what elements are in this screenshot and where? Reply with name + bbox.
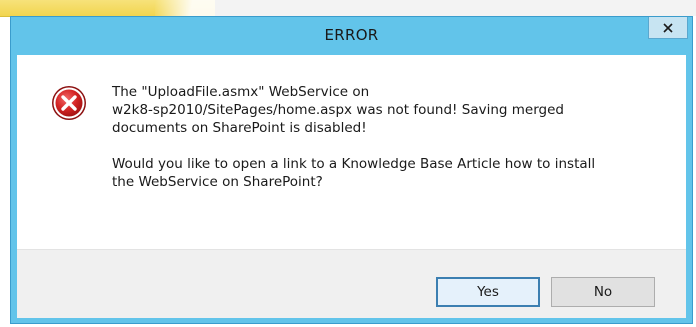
error-dialog: ERROR The "UploadFile.asmx" WebService o… (10, 16, 693, 324)
background-window-strip (215, 0, 696, 16)
background-sticky-note (0, 0, 215, 17)
dialog-content: The "UploadFile.asmx" WebService on w2k8… (17, 55, 686, 249)
dialog-title: ERROR (324, 26, 379, 44)
dialog-client-area: The "UploadFile.asmx" WebService on w2k8… (17, 55, 686, 318)
message-line-3: documents on SharePoint is disabled! (112, 120, 367, 136)
desktop-background: ERROR The "UploadFile.asmx" WebService o… (0, 0, 696, 327)
close-button[interactable] (648, 17, 688, 39)
no-button[interactable]: No (551, 277, 655, 307)
dialog-titlebar[interactable]: ERROR (11, 17, 692, 55)
message-line-1: The "UploadFile.asmx" WebService on (112, 84, 370, 100)
error-x-circle-icon (52, 86, 86, 120)
question-line-2: the WebService on SharePoint? (112, 174, 323, 190)
error-message: The "UploadFile.asmx" WebService on w2k8… (112, 83, 672, 191)
question-line-1: Would you like to open a link to a Knowl… (112, 156, 596, 172)
message-line-2: w2k8-sp2010/SitePages/home.aspx was not … (112, 102, 564, 118)
close-icon (663, 22, 673, 33)
dialog-button-bar: Yes No (17, 249, 686, 318)
yes-button[interactable]: Yes (436, 277, 540, 307)
